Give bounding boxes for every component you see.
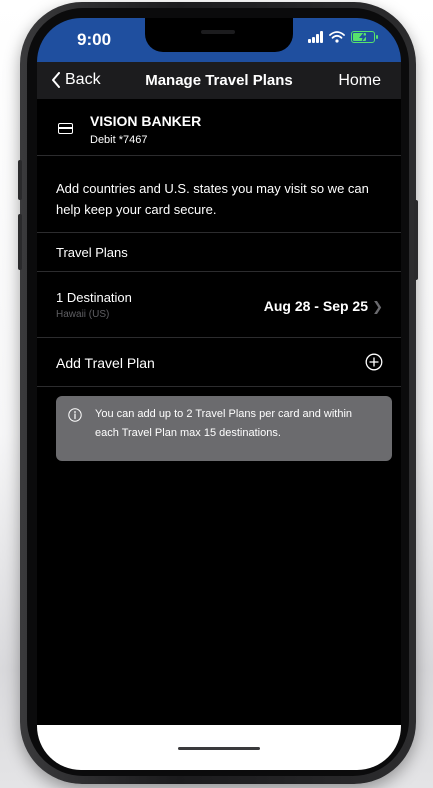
signal-icon (308, 31, 323, 43)
add-travel-plan-label: Add Travel Plan (56, 355, 155, 371)
travel-dates: Aug 28 - Sep 25 (263, 298, 368, 314)
status-bar: 9:00 (37, 18, 401, 62)
destination-count: 1 Destination (56, 290, 132, 305)
status-time: 9:00 (77, 30, 112, 49)
card-summary: VISION BANKER Debit *7467 (37, 99, 401, 156)
limit-notice: You can add up to 2 Travel Plans per car… (56, 396, 392, 461)
home-indicator[interactable] (178, 747, 260, 750)
add-travel-plan-button[interactable]: Add Travel Plan (37, 338, 401, 387)
travel-plans-section-header: Travel Plans (37, 232, 401, 272)
destination-location: Hawaii (US) (56, 309, 110, 320)
phone-side-button (18, 160, 22, 200)
travel-plan-row[interactable]: 1 Destination Hawaii (US) Aug 28 - Sep 2… (37, 272, 401, 338)
notch-speaker (201, 30, 235, 34)
credit-card-icon (58, 123, 73, 134)
wifi-icon (329, 31, 345, 43)
bottom-bar (37, 725, 401, 770)
notice-text: You can add up to 2 Travel Plans per car… (95, 408, 353, 439)
card-name: VISION BANKER (90, 113, 202, 129)
section-title: Travel Plans (56, 245, 128, 260)
plus-circle-icon[interactable] (365, 353, 383, 371)
info-icon (68, 408, 82, 422)
phone-side-button (18, 214, 22, 270)
phone-screen: 9:00 Back Manage Travel Plans Home VISIO… (37, 18, 401, 770)
notch (145, 18, 293, 52)
card-number: Debit *7467 (90, 134, 148, 146)
phone-side-button (414, 200, 418, 280)
info-text: Add countries and U.S. states you may vi… (56, 181, 369, 217)
home-button[interactable]: Home (338, 72, 381, 90)
navigation-bar: Back Manage Travel Plans Home (37, 62, 401, 99)
chevron-right-icon: ❯ (372, 299, 383, 314)
status-icons (308, 31, 378, 43)
battery-charging-icon (351, 31, 378, 43)
